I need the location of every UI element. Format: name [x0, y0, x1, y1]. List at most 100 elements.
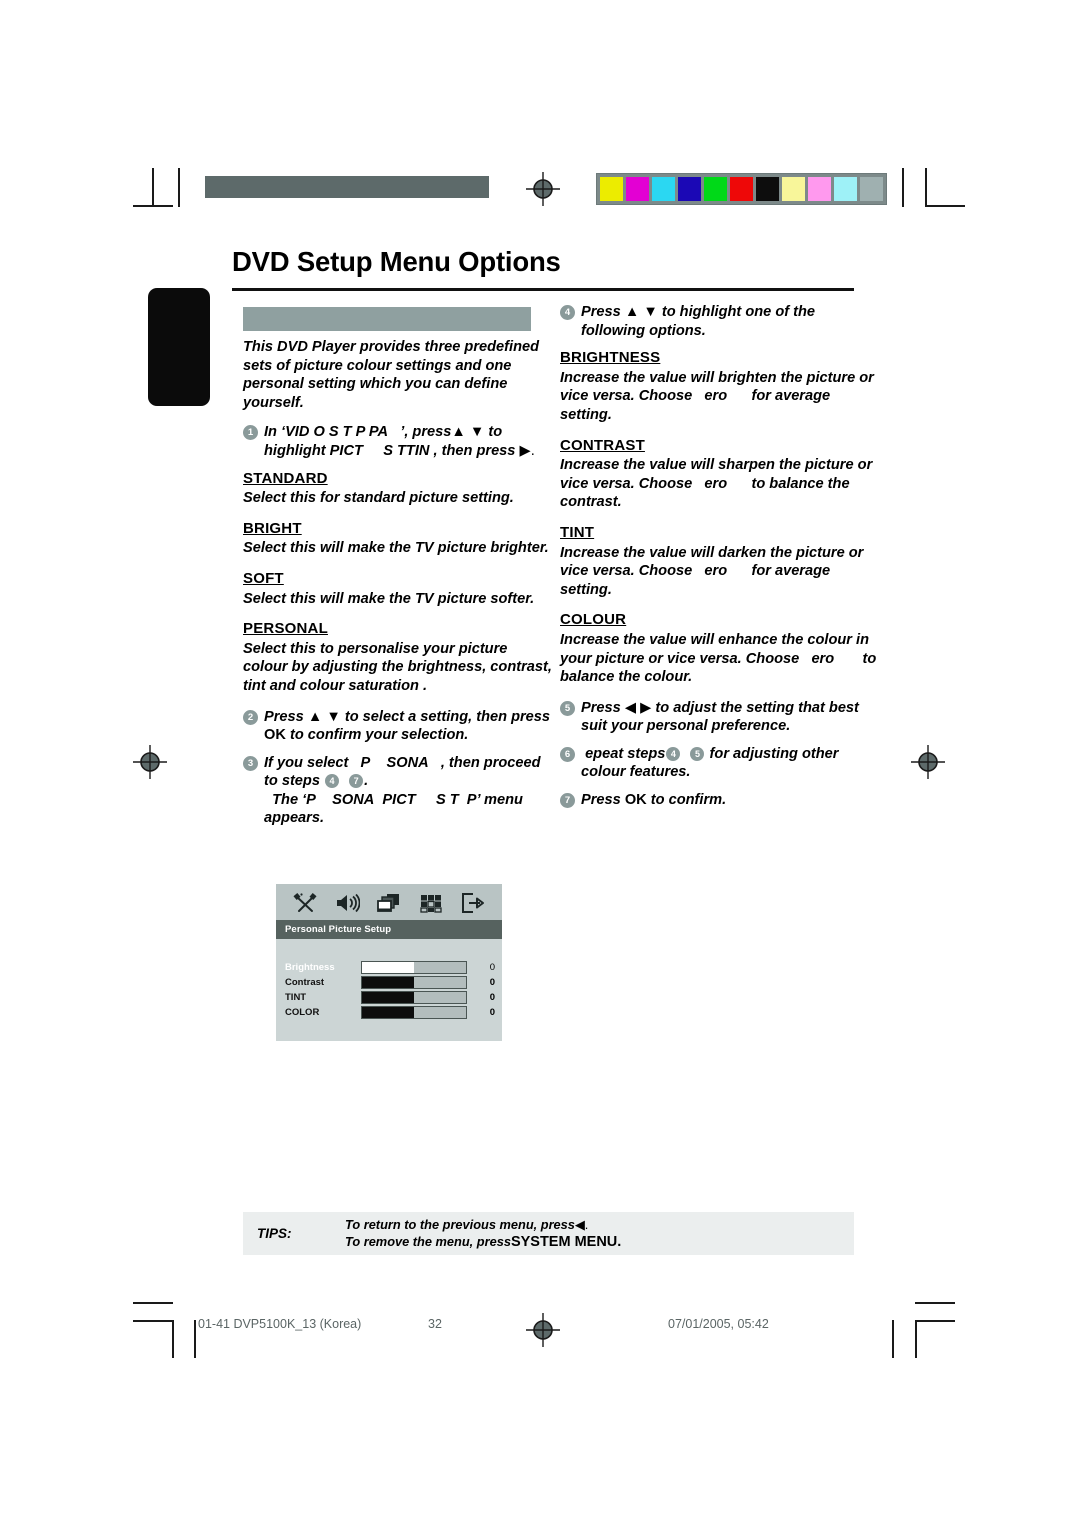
s5a: Press	[581, 699, 621, 716]
step-6-text: epeat steps 4 5 for adjusting other colou…	[581, 746, 838, 781]
osd-row-brightness[interactable]: Brightness 0	[276, 960, 502, 974]
swatch-light-yellow	[782, 177, 805, 201]
registration-mark-left	[133, 745, 167, 779]
step-5-text: Press ◀ ▶ to adjust the setting that bes…	[581, 700, 859, 735]
colour-calibration-bar	[596, 173, 887, 205]
option-brightness: BRIGHTNESS Increase the value will brigh…	[560, 349, 880, 424]
registration-mark-bottom	[526, 1313, 560, 1347]
intro-paragraph: This DVD Player provides three predefine…	[243, 339, 540, 411]
registration-mark-top	[526, 172, 560, 206]
step-7-text: Press OK to confirm.	[581, 792, 726, 808]
s1c: T	[342, 424, 352, 441]
osd-row-tint[interactable]: TINT 0	[276, 990, 502, 1004]
s2d: to confirm your selection.	[289, 727, 469, 744]
step-1-text: In ‘VID O S T P PA ’, press▲ ▼ to highli…	[264, 424, 535, 459]
option-personal: PERSONAL Select this to personalise your…	[243, 620, 553, 695]
ob0b: ero	[704, 388, 728, 405]
option-bright-body: Select this will make the TV picture bri…	[243, 540, 549, 557]
swatch-blue	[678, 177, 701, 201]
osd-value-contrast: 0	[489, 976, 495, 988]
step-ref-5b: 5	[690, 746, 705, 761]
tools-icon[interactable]	[292, 891, 318, 915]
s1g: PICT	[329, 442, 363, 459]
osd-slider-fill-brightness	[362, 961, 414, 973]
swatch-pink	[808, 177, 831, 201]
preference-grid-icon[interactable]	[418, 891, 444, 915]
tips-line-1-text: To return to the previous menu, press	[345, 1217, 575, 1232]
s2a: Press	[264, 708, 304, 725]
s1j: , then press	[433, 442, 516, 459]
step-6-bullet: 6	[560, 746, 575, 762]
osd-row-contrast[interactable]: Contrast 0	[276, 975, 502, 989]
tips-box: TIPS: To return to the previous menu, pr…	[243, 1212, 854, 1255]
footer-filename: 01-41 DVP5100K_13 (Korea)	[198, 1317, 362, 1331]
osd-slider-color[interactable]	[361, 1005, 467, 1019]
crop-mark-bottom-right-v	[915, 1320, 917, 1358]
option-contrast-body: Increase the value will sharpen the pict…	[560, 456, 880, 512]
osd-label-color: COLOR	[285, 1006, 320, 1018]
osd-slider-contrast[interactable]	[361, 975, 467, 989]
crop-mark-top-right-v	[902, 168, 904, 207]
crop-mark-bottom-left-bleed	[194, 1320, 196, 1358]
s1d: P PA	[355, 424, 389, 441]
step-3-text: If you select P SONA , then proceed to s…	[264, 755, 541, 827]
video-icon[interactable]	[376, 891, 402, 915]
crop-mark-bottom-left-h	[133, 1302, 173, 1304]
tips-line-2: To remove the menu, pressSYSTEM MENU.	[345, 1233, 621, 1251]
option-bright-heading: BRIGHT	[243, 519, 302, 537]
step-4: 4 Press ▲ ▼ to highlight one of the foll…	[560, 303, 880, 340]
option-brightness-body: Increase the value will brighten the pic…	[560, 369, 880, 425]
step-ref-4: 4	[325, 774, 340, 789]
exit-icon[interactable]	[460, 891, 486, 915]
s4a: Press	[581, 304, 621, 320]
speaker-icon[interactable]	[334, 891, 360, 915]
ob1b: ero	[704, 475, 728, 492]
osd-title: Personal Picture Setup	[276, 920, 502, 939]
option-soft-heading: SOFT	[243, 569, 284, 587]
step-3-bullet: 3	[243, 755, 258, 771]
osd-slider-fill-contrast	[362, 976, 414, 988]
option-personal-body: Select this to personalise your picture …	[243, 640, 552, 694]
left-right-arrow-icon: ◀ ▶	[624, 699, 652, 716]
step-6: 6 epeat steps 4 5 for adjusting other col…	[560, 745, 880, 782]
swatch-gray	[860, 177, 883, 201]
s3i: S T	[435, 791, 459, 808]
osd-slider-tint[interactable]	[361, 990, 467, 1004]
up-down-arrow-icon-4: ▲ ▼	[624, 304, 658, 320]
step-7-bullet: 7	[560, 793, 575, 809]
s3a: If you select	[264, 754, 349, 771]
step-2: 2 Press ▲ ▼ to select a setting, then pr…	[243, 708, 553, 745]
step-2-text: Press ▲ ▼ to select a setting, then pres…	[264, 709, 550, 744]
osd-row-color[interactable]: COLOR 0	[276, 1005, 502, 1019]
s2b: to select a setting, then press	[344, 708, 551, 725]
step-4-text: Press ▲ ▼ to highlight one of the follow…	[581, 304, 815, 339]
right-column: 4 Press ▲ ▼ to highlight one of the foll…	[560, 303, 880, 819]
step-5: 5 Press ◀ ▶ to adjust the setting that b…	[560, 699, 880, 736]
step-ref-4b: 4	[666, 746, 681, 761]
ok-key-label: OK	[264, 727, 286, 744]
step-1: 1 In ‘VID O S T P PA ’, press▲ ▼ to high…	[243, 423, 553, 460]
option-soft: SOFT Select this will make the TV pictur…	[243, 570, 553, 608]
s1e: ’, press	[400, 424, 452, 441]
osd-label-contrast: Contrast	[285, 976, 325, 988]
crop-mark-bottom-right-corner-h	[915, 1302, 955, 1304]
s3g: SONA	[332, 791, 375, 808]
chapter-thumb-tab	[148, 288, 210, 406]
option-brightness-heading: BRIGHTNESS	[560, 349, 661, 367]
s5b: to adjust the setting that best suit you…	[581, 699, 859, 735]
tips-line-1: To return to the previous menu, press◀.	[345, 1216, 621, 1233]
step-3: 3 If you select P SONA , then proceed to…	[243, 754, 553, 828]
osd-slider-fill-color	[362, 1006, 414, 1018]
system-menu-key-label: SYSTEM MENU.	[510, 1234, 622, 1250]
page-title: DVD Setup Menu Options	[232, 246, 561, 277]
tips-lines: To return to the previous menu, press◀. …	[345, 1216, 621, 1251]
osd-value-color: 0	[489, 1006, 495, 1018]
s3f: The ‘P	[272, 791, 316, 808]
registration-mark-right	[911, 745, 945, 779]
print-density-bar	[205, 176, 489, 198]
s1b: O S	[313, 424, 339, 441]
step-7: 7 Press OK to confirm.	[560, 791, 880, 810]
crop-mark-top-left-bleed	[178, 168, 180, 207]
osd-label-brightness: Brightness	[285, 961, 335, 973]
osd-slider-brightness[interactable]	[361, 960, 467, 974]
